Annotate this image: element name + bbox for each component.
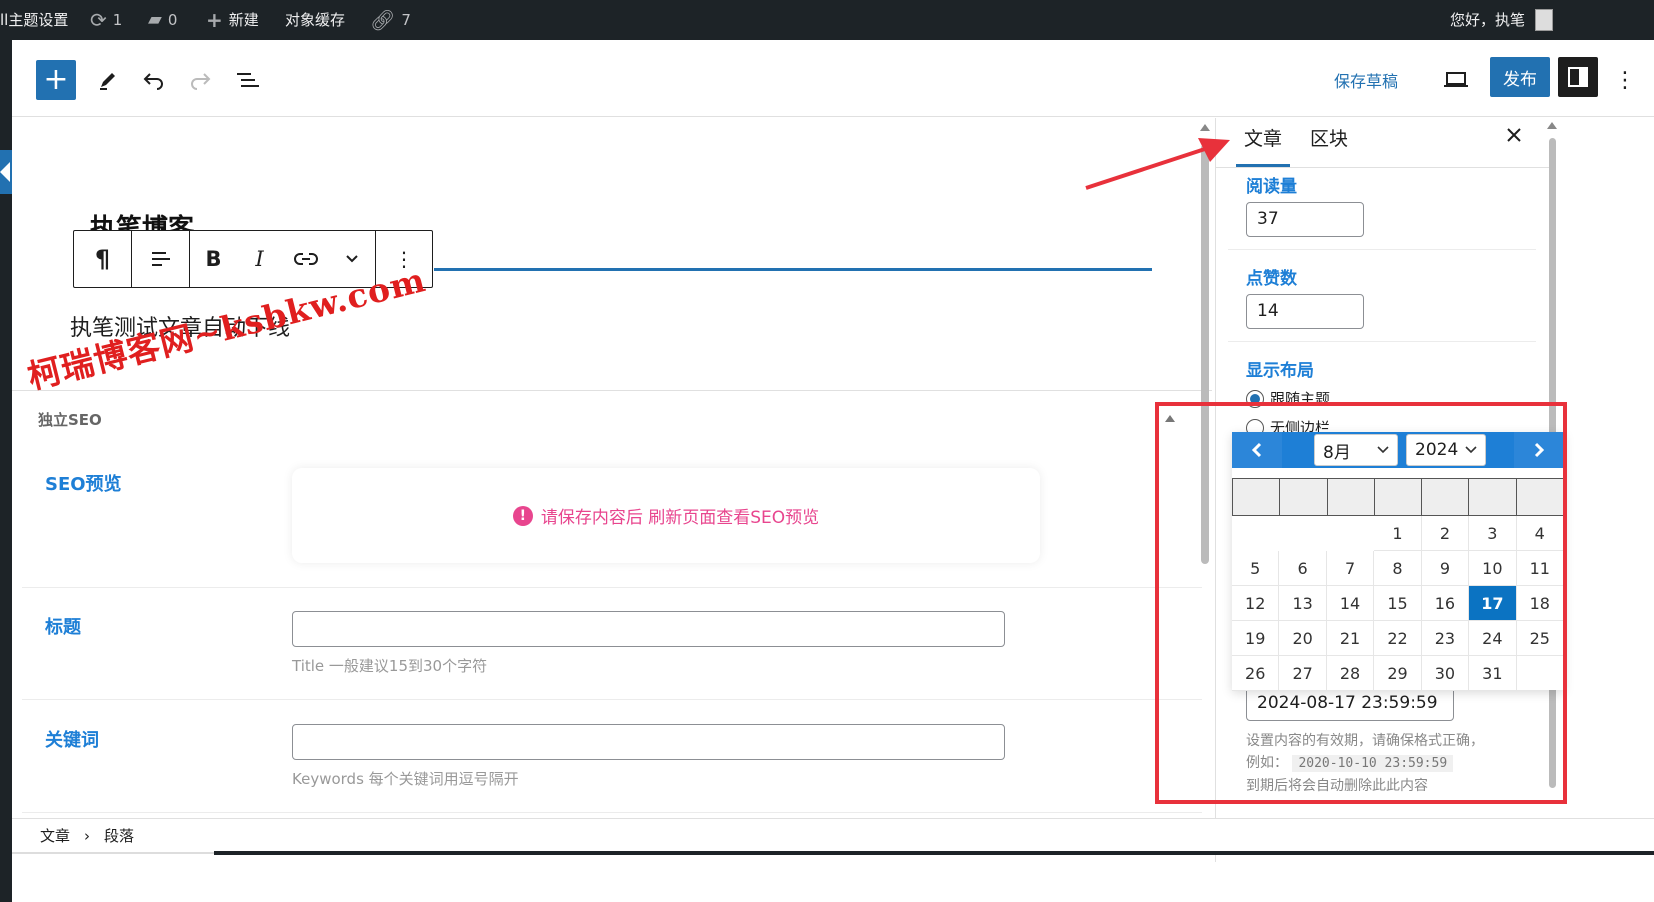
- bold-icon: B: [205, 247, 222, 271]
- link-icon: [293, 253, 318, 265]
- block-inserter-button[interactable]: +: [36, 60, 76, 100]
- undo-button[interactable]: [134, 60, 174, 100]
- plus-icon: +: [206, 8, 223, 32]
- object-cache-link[interactable]: 对象缓存: [285, 0, 345, 40]
- keywords-hint: Keywords 每个关键词用逗号隔开: [292, 770, 519, 788]
- seo-preview-notice: 请保存内容后 刷新页面查看SEO预览: [540, 508, 820, 528]
- tab-block[interactable]: 区块: [1310, 118, 1348, 168]
- breadcrumb-separator: ›: [84, 826, 91, 845]
- comment-icon: ▰: [148, 9, 162, 30]
- seo-preview-label: SEO预览: [45, 474, 122, 495]
- cache-label: 对象缓存: [285, 11, 346, 29]
- annotation-arrow: [1085, 138, 1230, 190]
- keywords-field-label: 关键词: [45, 730, 99, 751]
- my-account-link[interactable]: 您好，执笔: [1450, 0, 1554, 40]
- block-focus-line: [434, 268, 1152, 271]
- seo-keywords-input[interactable]: [292, 724, 1005, 760]
- breadcrumb-post[interactable]: 文章: [40, 825, 70, 846]
- pilcrow-icon: ¶: [94, 245, 111, 273]
- layout-label: 显示布局: [1246, 361, 1314, 381]
- close-sidebar-button[interactable]: [1506, 124, 1522, 148]
- horizontal-scrollbar[interactable]: [214, 851, 1654, 855]
- pencil-icon: [100, 73, 115, 90]
- greeting-text: 您好，执笔: [1450, 11, 1526, 29]
- updates-link[interactable]: ⟳ 1: [90, 0, 122, 40]
- field-divider: [22, 699, 1202, 700]
- italic-button[interactable]: I: [237, 231, 283, 287]
- save-draft-label: 保存草稿: [1334, 72, 1399, 91]
- breadcrumb: 文章 › 段落: [12, 818, 1654, 852]
- links-link[interactable]: 🔗︎ 7: [370, 0, 411, 40]
- comments-count: 0: [167, 11, 178, 29]
- title-hint: Title 一般建议15到30个字符: [292, 657, 488, 675]
- warning-icon: !: [512, 505, 533, 526]
- editor-canvas: 执笔博客 ¶ B I ⋮ 执笔测试文章自动下线 独立SEO SEO预览 ! 请保…: [12, 118, 1252, 862]
- block-type-button[interactable]: ¶: [74, 231, 132, 287]
- admin-menu-strip: [0, 40, 12, 902]
- settings-toggle-button[interactable]: [1558, 57, 1598, 97]
- metabox-title[interactable]: 独立SEO: [38, 409, 102, 430]
- chevron-down-icon: [345, 255, 358, 263]
- views-input[interactable]: 37: [1246, 202, 1364, 237]
- bold-button[interactable]: B: [191, 231, 237, 287]
- site-name-label: ll主题设置: [0, 11, 69, 29]
- links-count: 7: [401, 11, 411, 29]
- preview-button[interactable]: [1436, 60, 1476, 100]
- field-divider: [22, 812, 1202, 813]
- editor-toolbar: + 保存草稿 发布 ⋮: [12, 40, 1654, 117]
- highlight-box: [1155, 402, 1567, 804]
- link-icon: 🔗︎: [370, 8, 396, 32]
- close-icon: [1507, 128, 1521, 142]
- tab-post[interactable]: 文章: [1236, 118, 1290, 167]
- likes-label: 点赞数: [1246, 269, 1297, 289]
- field-divider: [22, 587, 1202, 588]
- sidebar-icon: [1568, 67, 1588, 87]
- seo-title-input[interactable]: [292, 611, 1005, 647]
- site-name-link[interactable]: ll主题设置: [0, 0, 68, 40]
- sidebar-divider: [1228, 341, 1536, 342]
- new-label: 新建: [228, 11, 259, 29]
- desktop-preview-icon: [1444, 72, 1468, 87]
- align-button[interactable]: [132, 231, 190, 287]
- scroll-up-icon: [1547, 122, 1557, 129]
- avatar: [1535, 9, 1554, 31]
- list-view-icon: [237, 73, 259, 87]
- seo-preview-card: ! 请保存内容后 刷新页面查看SEO预览: [292, 468, 1040, 563]
- sidebar-divider: [1228, 249, 1536, 250]
- views-label: 阅读量: [1246, 177, 1297, 197]
- comments-link[interactable]: ▰ 0: [148, 0, 177, 40]
- updates-count: 1: [112, 11, 123, 29]
- collapse-arrow-icon: [0, 162, 10, 182]
- italic-icon: I: [255, 247, 264, 271]
- save-draft-button[interactable]: 保存草稿: [1334, 60, 1398, 100]
- align-left-icon: [151, 252, 170, 266]
- kebab-icon: ⋮: [1614, 67, 1636, 93]
- metabox-divider: [12, 390, 1212, 391]
- publish-button[interactable]: 发布: [1490, 57, 1550, 97]
- refresh-icon: ⟳: [90, 8, 107, 32]
- more-options-button[interactable]: ⋮: [1610, 60, 1640, 100]
- redo-button[interactable]: [180, 60, 220, 100]
- sidebar-tabs: 文章 区块: [1216, 118, 1555, 168]
- breadcrumb-paragraph[interactable]: 段落: [104, 825, 134, 846]
- admin-bar: ll主题设置 ⟳ 1 ▰ 0 + 新建 对象缓存 🔗︎ 7 您好，执笔: [0, 0, 1654, 40]
- publish-label: 发布: [1503, 69, 1537, 90]
- tools-button[interactable]: [88, 60, 128, 100]
- list-view-button[interactable]: [228, 60, 268, 100]
- new-content-link[interactable]: + 新建: [206, 0, 259, 40]
- undo-icon: [143, 73, 163, 90]
- redo-icon: [191, 73, 211, 90]
- title-field-label: 标题: [45, 617, 81, 638]
- likes-input[interactable]: 14: [1246, 294, 1364, 329]
